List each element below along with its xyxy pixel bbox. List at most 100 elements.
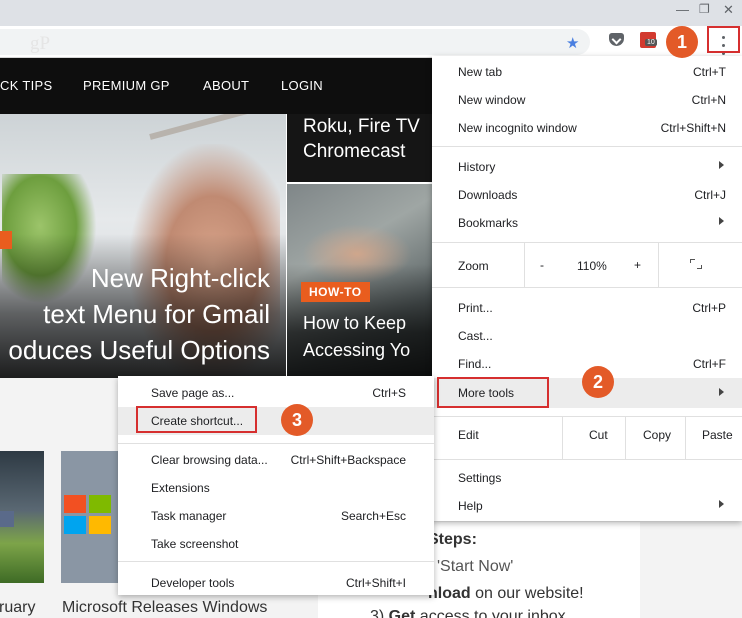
nav-item-premium[interactable]: PREMIUM GP	[83, 78, 170, 93]
step-marker-3: 3	[281, 404, 313, 436]
star-icon[interactable]: ★	[566, 34, 579, 52]
menu-item-label: New window	[458, 93, 526, 107]
microsoft-logo-icon	[64, 495, 114, 537]
submenu-item-accel: Ctrl+Shift+I	[345, 576, 406, 590]
menu-separator	[432, 287, 742, 288]
copy-button[interactable]: Copy	[643, 428, 671, 456]
menu-item-label: Bookmarks	[458, 216, 519, 230]
nav-item-tips[interactable]: CK TIPS	[0, 78, 52, 93]
menu-item-new-window[interactable]: New window Ctrl+N	[432, 86, 742, 114]
menu-separator	[118, 561, 434, 562]
maximize-icon[interactable]: ❐	[699, 2, 710, 16]
menu-item-label: Help	[458, 499, 483, 513]
menu-item-downloads[interactable]: Downloads Ctrl+J	[432, 181, 742, 209]
menu-item-label: History	[458, 160, 496, 174]
submenu-arrow-icon	[719, 500, 724, 508]
submenu-item-accel: Search+Esc	[340, 509, 406, 523]
menu-item-label: Cast...	[458, 329, 493, 343]
pocket-icon[interactable]	[609, 33, 624, 46]
side-article-bottom-title[interactable]: How to Keep Accessing Yo	[303, 310, 432, 364]
menu-item-new-incognito[interactable]: New incognito window Ctrl+Shift+N	[432, 114, 742, 142]
submenu-arrow-icon	[719, 217, 724, 225]
zoom-divider	[658, 243, 659, 287]
article-thumbnail-tag	[0, 511, 14, 527]
menu-item-settings[interactable]: Settings	[432, 464, 742, 492]
submenu-item-accel: Ctrl+Shift+Backspace	[290, 453, 406, 467]
submenu-item-accel: Ctrl+S	[372, 386, 406, 400]
hero-title[interactable]: New Right-click text Menu for Gmail oduc…	[0, 260, 270, 368]
close-icon[interactable]: ✕	[723, 2, 734, 18]
steps-heading: Steps:	[428, 531, 477, 548]
nav-item-about[interactable]: ABOUT	[203, 78, 249, 93]
steps-line-3: 3) Get access to your inbox	[370, 608, 566, 618]
menu-item-print[interactable]: Print... Ctrl+P	[432, 294, 742, 322]
fullscreen-icon[interactable]	[690, 259, 702, 269]
side-article-top[interactable]: Roku, Fire TV Chromecast	[287, 114, 432, 182]
submenu-arrow-icon	[719, 388, 724, 396]
menu-separator	[432, 459, 742, 460]
zoom-out-button[interactable]: -	[540, 258, 544, 286]
menu-button-highlight	[707, 26, 740, 53]
edit-divider	[685, 417, 686, 459]
submenu-item-label: Extensions	[151, 481, 210, 495]
submenu-item-label: Clear browsing data...	[151, 453, 268, 467]
screenshot-root: — ❐ ✕ gP ★ 10 CK TIPS PREMIUM GP ABOUT L…	[0, 0, 742, 618]
menu-item-label: New tab	[458, 65, 503, 79]
menu-item-cast[interactable]: Cast...	[432, 322, 742, 350]
submenu-item-take-screenshot[interactable]: Take screenshot	[118, 530, 434, 558]
nav-item-login[interactable]: LOGIN	[281, 78, 323, 93]
toolbar: gP ★ 10	[0, 26, 742, 58]
more-tools-submenu: Save page as... Ctrl+S Create shortcut..…	[118, 376, 434, 595]
submenu-item-label: Take screenshot	[151, 537, 239, 551]
submenu-item-label: Developer tools	[151, 576, 235, 590]
more-tools-highlight	[437, 377, 549, 408]
submenu-item-save-page[interactable]: Save page as... Ctrl+S	[118, 379, 434, 407]
side-article-top-title[interactable]: Roku, Fire TV Chromecast	[303, 114, 443, 164]
menu-item-label: New incognito window	[458, 121, 577, 135]
hero-article[interactable]: New Right-click text Menu for Gmail oduc…	[0, 114, 286, 378]
edit-divider	[625, 417, 626, 459]
menu-item-accel: Ctrl+T	[693, 65, 726, 79]
steps-line-2: nload on our website!	[428, 585, 584, 602]
howto-tag[interactable]: HOW-TO	[301, 282, 370, 302]
submenu-arrow-icon	[719, 161, 724, 169]
hero-category-tag	[0, 231, 12, 249]
submenu-item-clear-browsing[interactable]: Clear browsing data... Ctrl+Shift+Backsp…	[118, 446, 434, 474]
chrome-main-menu: New tab Ctrl+T New window Ctrl+N New inc…	[432, 56, 742, 521]
zoom-in-button[interactable]: +	[634, 258, 641, 286]
menu-item-label: Settings	[458, 471, 502, 485]
zoom-label: Zoom	[458, 259, 489, 273]
steps-line-1: 'Start Now'	[437, 558, 514, 575]
menu-item-accel: Ctrl+J	[694, 188, 726, 202]
submenu-item-label: Task manager	[151, 509, 227, 523]
edit-divider	[562, 417, 563, 459]
address-bar[interactable]: gP ★	[0, 29, 590, 55]
article-caption-left[interactable]: ruary	[0, 599, 35, 617]
cut-button[interactable]: Cut	[589, 428, 608, 456]
step-marker-2: 2	[582, 366, 614, 398]
site-logo-ghost: gP	[30, 33, 51, 54]
submenu-item-task-manager[interactable]: Task manager Search+Esc	[118, 502, 434, 530]
menu-separator	[432, 416, 742, 417]
paste-button[interactable]: Paste	[702, 428, 733, 456]
menu-item-label: Print...	[458, 301, 493, 315]
extension-badge: 10	[645, 39, 657, 46]
article-caption-microsoft[interactable]: Microsoft Releases Windows	[62, 599, 267, 617]
zoom-level: 110%	[577, 259, 607, 273]
submenu-item-developer-tools[interactable]: Developer tools Ctrl+Shift+I	[118, 569, 434, 597]
menu-item-accel: Ctrl+N	[691, 93, 726, 107]
menu-item-help[interactable]: Help	[432, 492, 742, 520]
side-article-bottom[interactable]: HOW-TO How to Keep Accessing Yo	[287, 184, 432, 378]
minimize-icon[interactable]: —	[676, 2, 689, 17]
create-shortcut-highlight	[136, 406, 257, 433]
menu-item-bookmarks[interactable]: Bookmarks	[432, 209, 742, 237]
menu-item-history[interactable]: History	[432, 153, 742, 181]
menu-item-new-tab[interactable]: New tab Ctrl+T	[432, 58, 742, 86]
menu-item-label: Find...	[458, 357, 492, 371]
site-nav: CK TIPS PREMIUM GP ABOUT LOGIN	[0, 58, 432, 114]
menu-item-accel: Ctrl+F	[693, 357, 726, 371]
submenu-item-extensions[interactable]: Extensions	[118, 474, 434, 502]
hero-image-pen	[149, 114, 267, 140]
menu-separator	[432, 242, 742, 243]
edit-label: Edit	[458, 428, 479, 442]
